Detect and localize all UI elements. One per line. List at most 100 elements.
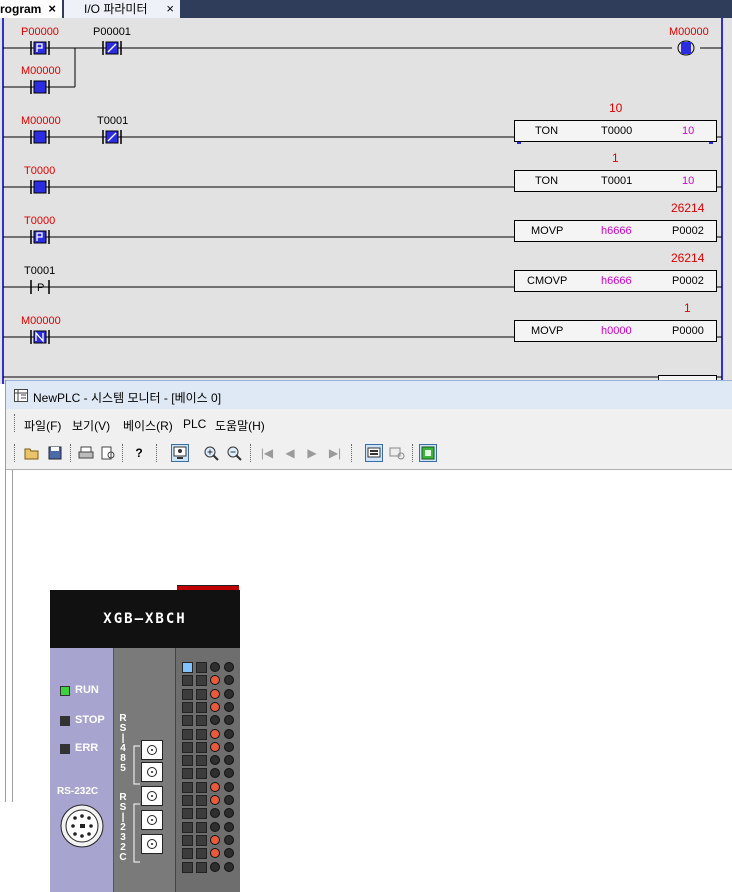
app-icon: [14, 389, 28, 402]
close-icon[interactable]: ×: [48, 0, 56, 18]
io-indicator: [196, 741, 207, 753]
function-block-ton[interactable]: TON T0000 10: [514, 120, 717, 142]
menu-view[interactable]: 보기(V): [72, 417, 110, 434]
contact-label: P00001: [93, 26, 131, 38]
window-title-bar[interactable]: NewPLC - 시스템 모니터 - [베이스 0]: [6, 380, 732, 410]
menu-help[interactable]: 도움말(H): [215, 417, 265, 434]
io-indicator: [182, 715, 193, 727]
io-led: [210, 834, 220, 845]
zoom-out-icon[interactable]: [225, 444, 243, 462]
io-led: [210, 688, 220, 699]
io-indicator: [196, 768, 207, 780]
plc-io-panel: [175, 648, 240, 892]
function-block-ton[interactable]: TON T0001 10: [514, 170, 717, 192]
help-icon[interactable]: ?: [130, 444, 148, 462]
io-led: [210, 715, 220, 726]
io-led: [224, 861, 234, 872]
io-indicator: [182, 848, 193, 860]
coil-label: M00000: [669, 26, 709, 38]
monitor-icon[interactable]: [171, 444, 189, 462]
tab-io-parameter[interactable]: I/O 파라미터 ×: [64, 0, 180, 18]
led-label: RUN: [75, 684, 99, 696]
prev-icon[interactable]: ◀: [281, 444, 299, 462]
print-icon[interactable]: [77, 444, 95, 462]
io-led: [210, 781, 220, 792]
fb-operand: P0002: [672, 225, 704, 237]
io-indicator: [182, 768, 193, 780]
io-led: [224, 662, 234, 672]
rs232c-label: RS-232C: [57, 786, 99, 797]
rs485-port[interactable]: [141, 762, 163, 782]
rs232c-port[interactable]: [141, 834, 163, 854]
function-block-movp[interactable]: MOVP h0000 P0000: [514, 320, 717, 342]
last-icon[interactable]: ▶|: [326, 444, 344, 462]
fb-instruction: MOVP: [531, 325, 564, 337]
first-icon[interactable]: |◀: [258, 444, 276, 462]
io-led: [224, 808, 234, 819]
rs232c-port[interactable]: [141, 810, 163, 830]
contact-label: T0000: [24, 215, 56, 227]
io-indicator: [182, 728, 193, 740]
menu-plc[interactable]: PLC: [183, 417, 206, 431]
led-label: ERR: [75, 742, 99, 754]
contact-label: T0001: [97, 115, 129, 127]
grip-handle[interactable]: [14, 444, 18, 462]
tab-program[interactable]: rogram ×: [0, 0, 62, 18]
plc-module[interactable]: XGB—XBCH RUN STOP ERR RS-232C R S | 4 8 …: [50, 585, 240, 892]
contact-label: M00000: [21, 115, 61, 127]
zoom-in-icon[interactable]: [202, 444, 220, 462]
io-led: [210, 768, 220, 779]
io-indicator: [196, 821, 207, 833]
plc-model-label: XGB—XBCH: [50, 590, 240, 648]
rs232c-port[interactable]: [141, 786, 163, 806]
io-led: [210, 821, 220, 832]
contact-label: P00000: [21, 26, 59, 38]
io-info-icon[interactable]: [365, 444, 383, 462]
io-indicator: [182, 821, 193, 833]
io-indicator: [182, 781, 193, 793]
next-icon[interactable]: ▶: [303, 444, 321, 462]
fb-operand: h6666: [601, 275, 632, 287]
io-led: [210, 808, 220, 819]
plc-comm-panel: R S | 4 8 5 R S | 2 3 2 C: [113, 648, 175, 892]
io-led: [210, 755, 220, 766]
function-block-cmovp[interactable]: CMOVP h6666 P0002: [514, 270, 717, 292]
separator: [122, 444, 126, 462]
ladder-editor[interactable]: P P00000 P00001 M00000 M00000 M00000 T00…: [0, 18, 732, 384]
toolbar: ? |◀ ◀ ▶ ▶|: [6, 437, 732, 470]
monitor-value: 1: [612, 151, 619, 165]
io-indicator: [182, 755, 193, 767]
menu-file[interactable]: 파일(F): [24, 417, 61, 434]
fb-operand: h0000: [601, 325, 632, 337]
separator: [412, 444, 416, 462]
separator: [156, 444, 160, 462]
online-icon[interactable]: [419, 444, 437, 462]
io-sync-icon[interactable]: [388, 444, 406, 462]
grip-handle[interactable]: [14, 414, 18, 432]
stop-led: [60, 716, 70, 726]
fb-operand: T0001: [601, 175, 633, 187]
io-led: [210, 701, 220, 712]
monitor-value: 1: [684, 301, 691, 315]
tab-label: I/O 파라미터: [84, 2, 148, 16]
save-icon[interactable]: [46, 444, 64, 462]
close-icon[interactable]: ×: [166, 0, 174, 18]
menu-base[interactable]: 베이스(R): [123, 417, 173, 434]
io-indicator: [182, 834, 193, 846]
io-indicator: [182, 701, 193, 713]
open-icon[interactable]: [23, 444, 41, 462]
io-indicator: [182, 795, 193, 806]
function-block-movp[interactable]: MOVP h6666 P0002: [514, 220, 717, 242]
tab-label: rogram: [0, 2, 42, 16]
rs232c-vertical-label: R S | 2 3 2 C: [119, 792, 127, 863]
fb-instruction: MOVP: [531, 225, 564, 237]
io-led: [224, 848, 234, 859]
io-indicator: [196, 795, 207, 806]
fb-operand: 10: [682, 175, 695, 187]
rs485-port[interactable]: [141, 740, 163, 760]
io-led: [224, 715, 234, 726]
print-preview-icon[interactable]: [99, 444, 117, 462]
contact-label: T0000: [24, 165, 56, 177]
fb-instruction: TON: [535, 125, 559, 137]
io-led: [210, 662, 220, 672]
